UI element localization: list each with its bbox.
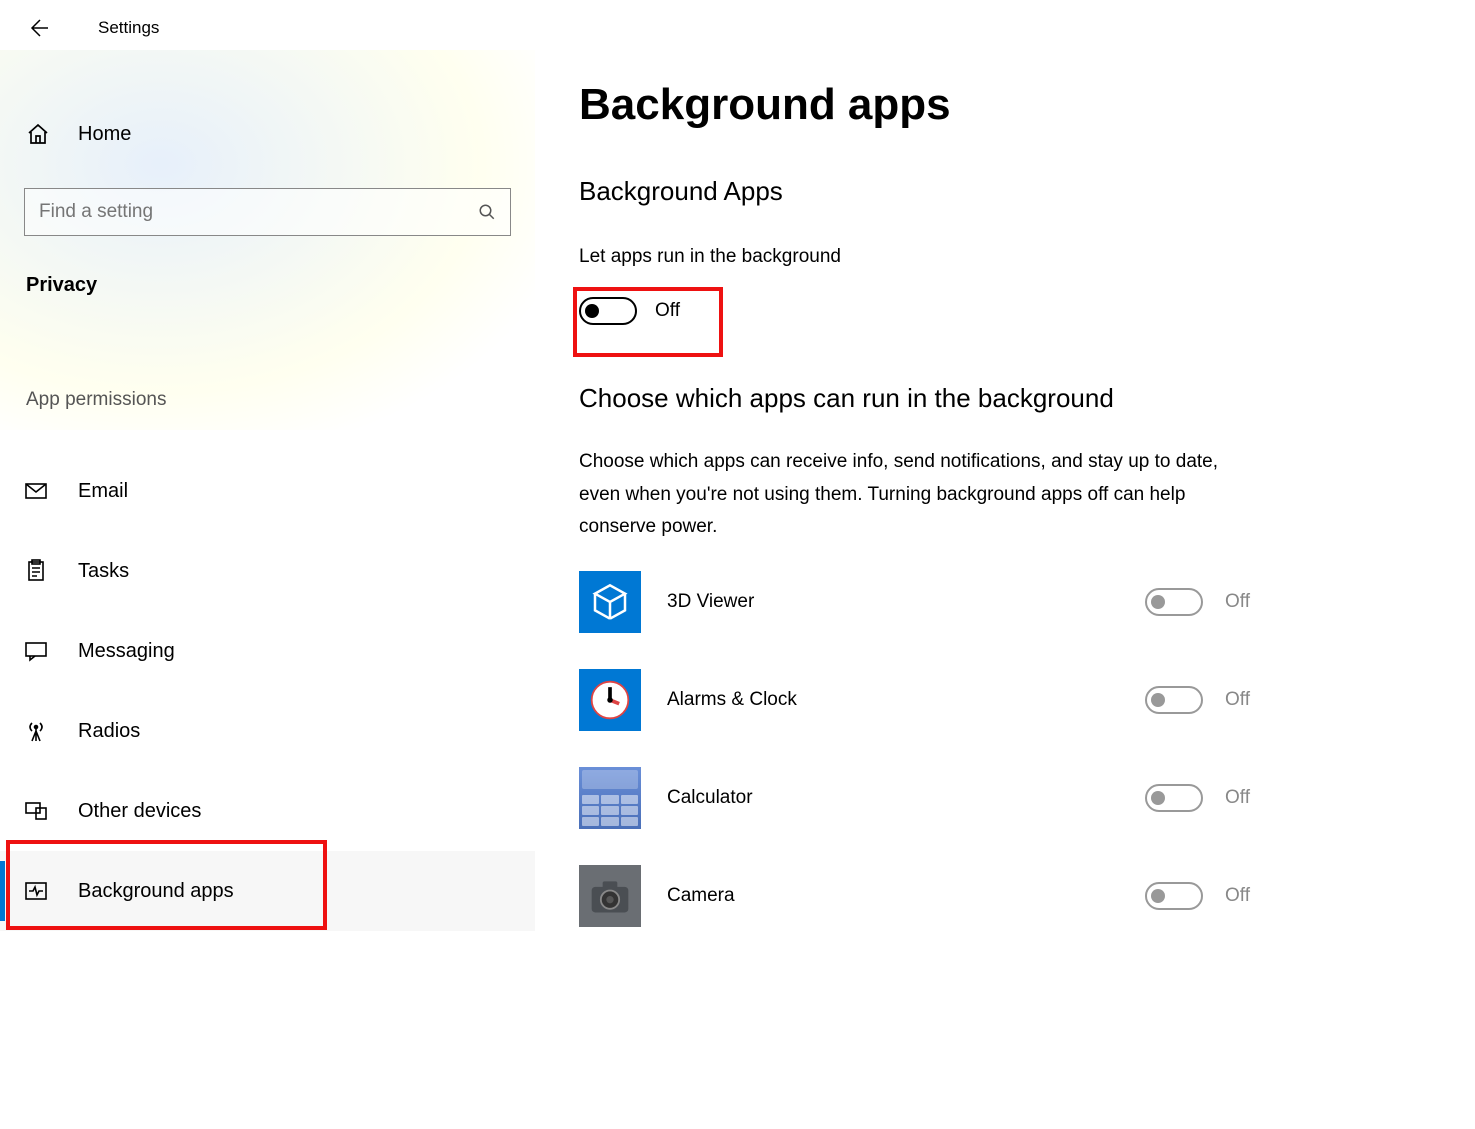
app-toggle-state: Off: [1225, 591, 1250, 613]
sidebar-item-label: Email: [78, 480, 128, 503]
sidebar-item-label: Messaging: [78, 640, 175, 663]
section2-heading: Choose which apps can run in the backgro…: [579, 383, 1250, 414]
app-name: Alarms & Clock: [667, 689, 1119, 711]
clipboard-icon: [24, 559, 48, 583]
camera-icon: [579, 865, 641, 927]
app-toggle[interactable]: [1145, 588, 1203, 616]
app-toggle-state: Off: [1225, 689, 1250, 711]
search-input[interactable]: [39, 201, 478, 223]
app-name: 3D Viewer: [667, 591, 1119, 613]
sidebar-subsection-heading: App permissions: [0, 297, 535, 411]
devices-icon: [24, 799, 48, 823]
master-toggle[interactable]: [579, 297, 637, 325]
sidebar-item-messaging[interactable]: Messaging: [0, 611, 535, 691]
master-toggle-state: Off: [655, 300, 680, 322]
clock-icon: [579, 669, 641, 731]
calculator-icon: [579, 767, 641, 829]
radio-tower-icon: [24, 719, 48, 743]
sidebar-item-email[interactable]: Email: [0, 451, 535, 531]
app-name: Camera: [667, 885, 1119, 907]
app-row: Calculator Off: [579, 767, 1250, 829]
mail-icon: [24, 479, 48, 503]
sidebar-item-label: Background apps: [78, 880, 234, 903]
sidebar-item-background-apps[interactable]: Background apps: [0, 851, 535, 931]
app-toggle[interactable]: [1145, 784, 1203, 812]
app-name: Calculator: [667, 787, 1119, 809]
activity-icon: [24, 879, 48, 903]
sidebar-item-label: Radios: [78, 720, 140, 743]
app-toggle[interactable]: [1145, 882, 1203, 910]
back-button[interactable]: [24, 14, 52, 42]
arrow-left-icon: [26, 16, 50, 40]
chat-icon: [24, 639, 48, 663]
search-box[interactable]: [24, 188, 511, 236]
sidebar-item-label: Other devices: [78, 800, 201, 823]
app-row: Alarms & Clock Off: [579, 669, 1250, 731]
cube-icon: [579, 571, 641, 633]
app-toggle-state: Off: [1225, 787, 1250, 809]
sidebar-home[interactable]: Home: [0, 104, 535, 164]
sidebar-item-other-devices[interactable]: Other devices: [0, 771, 535, 851]
master-toggle-description: Let apps run in the background: [579, 241, 1250, 273]
app-row: Camera Off: [579, 865, 1250, 927]
app-toggle-state: Off: [1225, 885, 1250, 907]
sidebar-item-radios[interactable]: Radios: [0, 691, 535, 771]
section2-description: Choose which apps can receive info, send…: [579, 446, 1250, 543]
sidebar-item-tasks[interactable]: Tasks: [0, 531, 535, 611]
home-icon: [26, 122, 50, 146]
sidebar-item-label: Tasks: [78, 560, 129, 583]
app-row: 3D Viewer Off: [579, 571, 1250, 633]
sidebar-home-label: Home: [78, 123, 131, 146]
page-heading: Background apps: [579, 80, 1250, 130]
sidebar-section-heading: Privacy: [0, 236, 535, 297]
search-icon: [478, 203, 496, 221]
section1-heading: Background Apps: [579, 176, 1250, 207]
window-title: Settings: [98, 18, 159, 38]
app-toggle[interactable]: [1145, 686, 1203, 714]
